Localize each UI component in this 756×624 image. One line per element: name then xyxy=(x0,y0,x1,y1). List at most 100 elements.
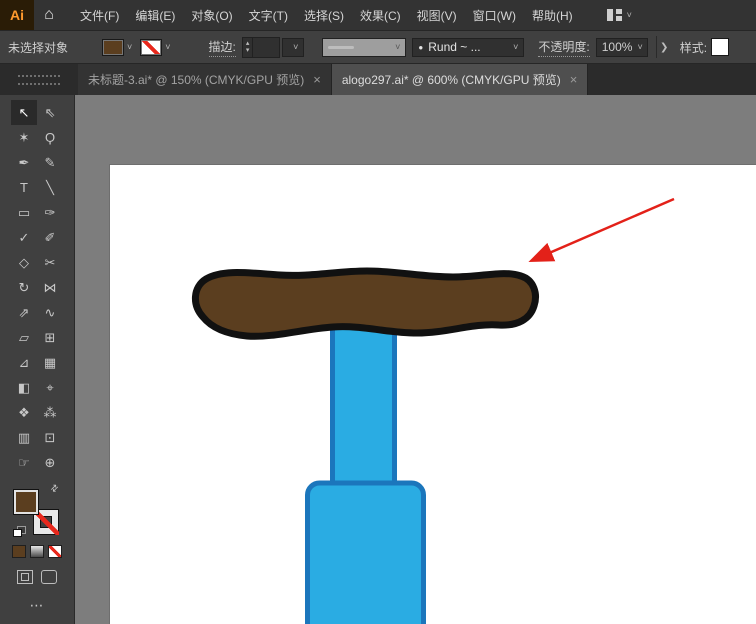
scissors-tool[interactable]: ✂ xyxy=(37,250,63,275)
fill-stroke-indicator: ⇄ xyxy=(13,485,61,535)
menu-item-file[interactable]: 文件(F) xyxy=(72,0,127,30)
chevron-down-icon: ˅ xyxy=(127,43,132,52)
tab-title: 未标题-3.ai* @ 150% (CMYK/GPU 预览) xyxy=(88,71,304,88)
stroke-color-control[interactable]: ˅ xyxy=(140,39,170,56)
panel-expand-button[interactable]: ❯ xyxy=(656,36,672,58)
menu-item-view[interactable]: 视图(V) xyxy=(409,0,465,30)
shape-builder-tool[interactable]: ⊞ xyxy=(37,325,63,350)
menu-item-object[interactable]: 对象(O) xyxy=(183,0,240,30)
scale-tool[interactable]: ⇗ xyxy=(11,300,37,325)
no-selection-label: 未选择对象 xyxy=(8,39,68,56)
tab-untitled-3[interactable]: 未标题-3.ai* @ 150% (CMYK/GPU 预览) × xyxy=(78,64,332,95)
toolbar-panel-header[interactable] xyxy=(0,64,78,95)
style-label: 样式: xyxy=(680,39,707,56)
stroke-weight-value[interactable] xyxy=(253,38,279,57)
menu-item-window[interactable]: 窗口(W) xyxy=(465,0,524,30)
perspective-grid-tool[interactable]: ⊿ xyxy=(11,350,37,375)
width-tool[interactable]: ∿ xyxy=(37,300,63,325)
chevron-right-icon: ❯ xyxy=(660,42,668,53)
pump-shaft-shape[interactable] xyxy=(333,315,395,485)
selection-tool[interactable]: ↖ xyxy=(11,100,37,125)
paintbrush-tool[interactable]: ✑ xyxy=(37,200,63,225)
lasso-tool[interactable]: Ϙ xyxy=(37,125,63,150)
color-button[interactable] xyxy=(12,545,26,558)
illustrator-logo: Ai xyxy=(0,0,34,30)
eyedropper-tool[interactable]: ⌖ xyxy=(37,375,63,400)
tools-grid: ↖⇖✶Ϙ✒✎T╲▭✑✓✐◇✂↻⋈⇗∿▱⊞⊿▦◧⌖❖⁂▥⊡☞⊕ xyxy=(11,100,63,475)
zoom-tool[interactable]: ⊕ xyxy=(37,450,63,475)
home-button[interactable]: ⌂ xyxy=(34,0,64,30)
free-transform-tool[interactable]: ▱ xyxy=(11,325,37,350)
artwork-layer xyxy=(75,95,756,624)
blend-tool[interactable]: ❖ xyxy=(11,400,37,425)
none-button[interactable] xyxy=(48,545,62,558)
edit-toolbar-button[interactable]: ⋯ xyxy=(30,597,45,614)
swap-fill-stroke-icon[interactable]: ⇄ xyxy=(49,482,62,495)
rectangle-tool[interactable]: ▭ xyxy=(11,200,37,225)
menu-item-help[interactable]: 帮助(H) xyxy=(524,0,581,30)
workspace-switcher-button[interactable]: ˅ xyxy=(601,0,638,30)
curvature-tool[interactable]: ✎ xyxy=(37,150,63,175)
tab-close-icon[interactable]: × xyxy=(313,72,321,87)
style-swatch[interactable] xyxy=(711,38,729,56)
magic-wand-tool[interactable]: ✶ xyxy=(11,125,37,150)
stepper-down-icon[interactable]: ▾ xyxy=(246,47,250,54)
toolbar-drag-handle-icon xyxy=(18,75,60,85)
handle-shape[interactable] xyxy=(195,271,535,336)
pump-body-shape[interactable] xyxy=(308,483,424,624)
reflect-tool[interactable]: ⋈ xyxy=(37,275,63,300)
tools-panel: ↖⇖✶Ϙ✒✎T╲▭✑✓✐◇✂↻⋈⇗∿▱⊞⊿▦◧⌖❖⁂▥⊡☞⊕ ⇄ ⋯ xyxy=(0,95,75,624)
mesh-tool[interactable]: ▦ xyxy=(37,350,63,375)
tab-alogo297[interactable]: alogo297.ai* @ 600% (CMYK/GPU 预览)× xyxy=(332,64,589,95)
stroke-weight-dropdown[interactable]: ˅ xyxy=(282,38,304,57)
stroke-none-swatch[interactable] xyxy=(140,39,162,56)
menu-item-select[interactable]: 选择(S) xyxy=(296,0,352,30)
direct-selection-tool[interactable]: ⇖ xyxy=(37,100,63,125)
chevron-down-icon: ˅ xyxy=(627,11,632,20)
gradient-button[interactable] xyxy=(30,545,44,558)
hand-tool[interactable]: ☞ xyxy=(11,450,37,475)
opacity-label[interactable]: 不透明度: xyxy=(538,38,589,57)
document-tabbar: 未标题-3.ai* @ 150% (CMYK/GPU 预览)×alogo297.… xyxy=(0,64,756,95)
tab-close-icon[interactable]: × xyxy=(570,72,578,87)
home-icon: ⌂ xyxy=(44,6,54,24)
menu-item-edit[interactable]: 编辑(E) xyxy=(127,0,183,30)
artboard-tool[interactable]: ⊡ xyxy=(37,425,63,450)
stroke-weight-stepper[interactable]: ▴ ▾ xyxy=(242,37,281,58)
stroke-weight-label[interactable]: 描边: xyxy=(209,38,236,57)
opacity-dropdown[interactable]: 100% ˅ xyxy=(596,38,648,57)
eraser-tool[interactable]: ◇ xyxy=(11,250,37,275)
chevron-down-icon: ˅ xyxy=(513,43,518,52)
type-tool[interactable]: T xyxy=(11,175,37,200)
stepper-arrows-icon[interactable]: ▴ ▾ xyxy=(243,38,254,57)
default-fill-stroke-icon[interactable] xyxy=(13,526,26,537)
style-swatch-control[interactable] xyxy=(711,38,729,56)
opacity-value[interactable]: 100% xyxy=(602,40,633,54)
menubar: Ai ⌂ 文件(F)编辑(E)对象(O)文字(T)选择(S)效果(C)视图(V)… xyxy=(0,0,756,30)
shaper-tool[interactable]: ✓ xyxy=(11,225,37,250)
pencil-tool[interactable]: ✐ xyxy=(37,225,63,250)
symbol-sprayer-tool[interactable]: ⁂ xyxy=(37,400,63,425)
menubar-items: 文件(F)编辑(E)对象(O)文字(T)选择(S)效果(C)视图(V)窗口(W)… xyxy=(72,0,581,30)
stepper-up-icon[interactable]: ▴ xyxy=(246,40,250,47)
screen-mode-button[interactable] xyxy=(41,570,57,584)
line-segment-tool[interactable]: ╲ xyxy=(37,175,63,200)
menu-item-type[interactable]: 文字(T) xyxy=(241,0,296,30)
rotate-tool[interactable]: ↻ xyxy=(11,275,37,300)
workspace-grid-icon xyxy=(607,9,622,21)
fill-indicator[interactable] xyxy=(13,489,39,515)
menu-item-effect[interactable]: 效果(C) xyxy=(352,0,409,30)
chevron-down-icon: ˅ xyxy=(293,43,298,52)
control-bar: 未选择对象 ˅ ˅ 描边: ▴ ▾ ˅ ˅ ● Rund ~ ... ˅ 不透明… xyxy=(0,30,756,64)
draw-mode-button[interactable] xyxy=(17,570,33,584)
canvas-area[interactable] xyxy=(75,95,756,624)
fill-color-control[interactable]: ˅ xyxy=(102,39,132,56)
width-profile-icon xyxy=(328,46,354,49)
pen-tool[interactable]: ✒ xyxy=(11,150,37,175)
brush-definition-dropdown[interactable]: ● Rund ~ ... ˅ xyxy=(412,38,524,57)
column-graph-tool[interactable]: ▥ xyxy=(11,425,37,450)
brush-bullet-icon: ● xyxy=(418,43,423,52)
annotation-arrow[interactable] xyxy=(533,199,674,260)
gradient-tool[interactable]: ◧ xyxy=(11,375,37,400)
fill-color-swatch[interactable] xyxy=(102,39,124,56)
